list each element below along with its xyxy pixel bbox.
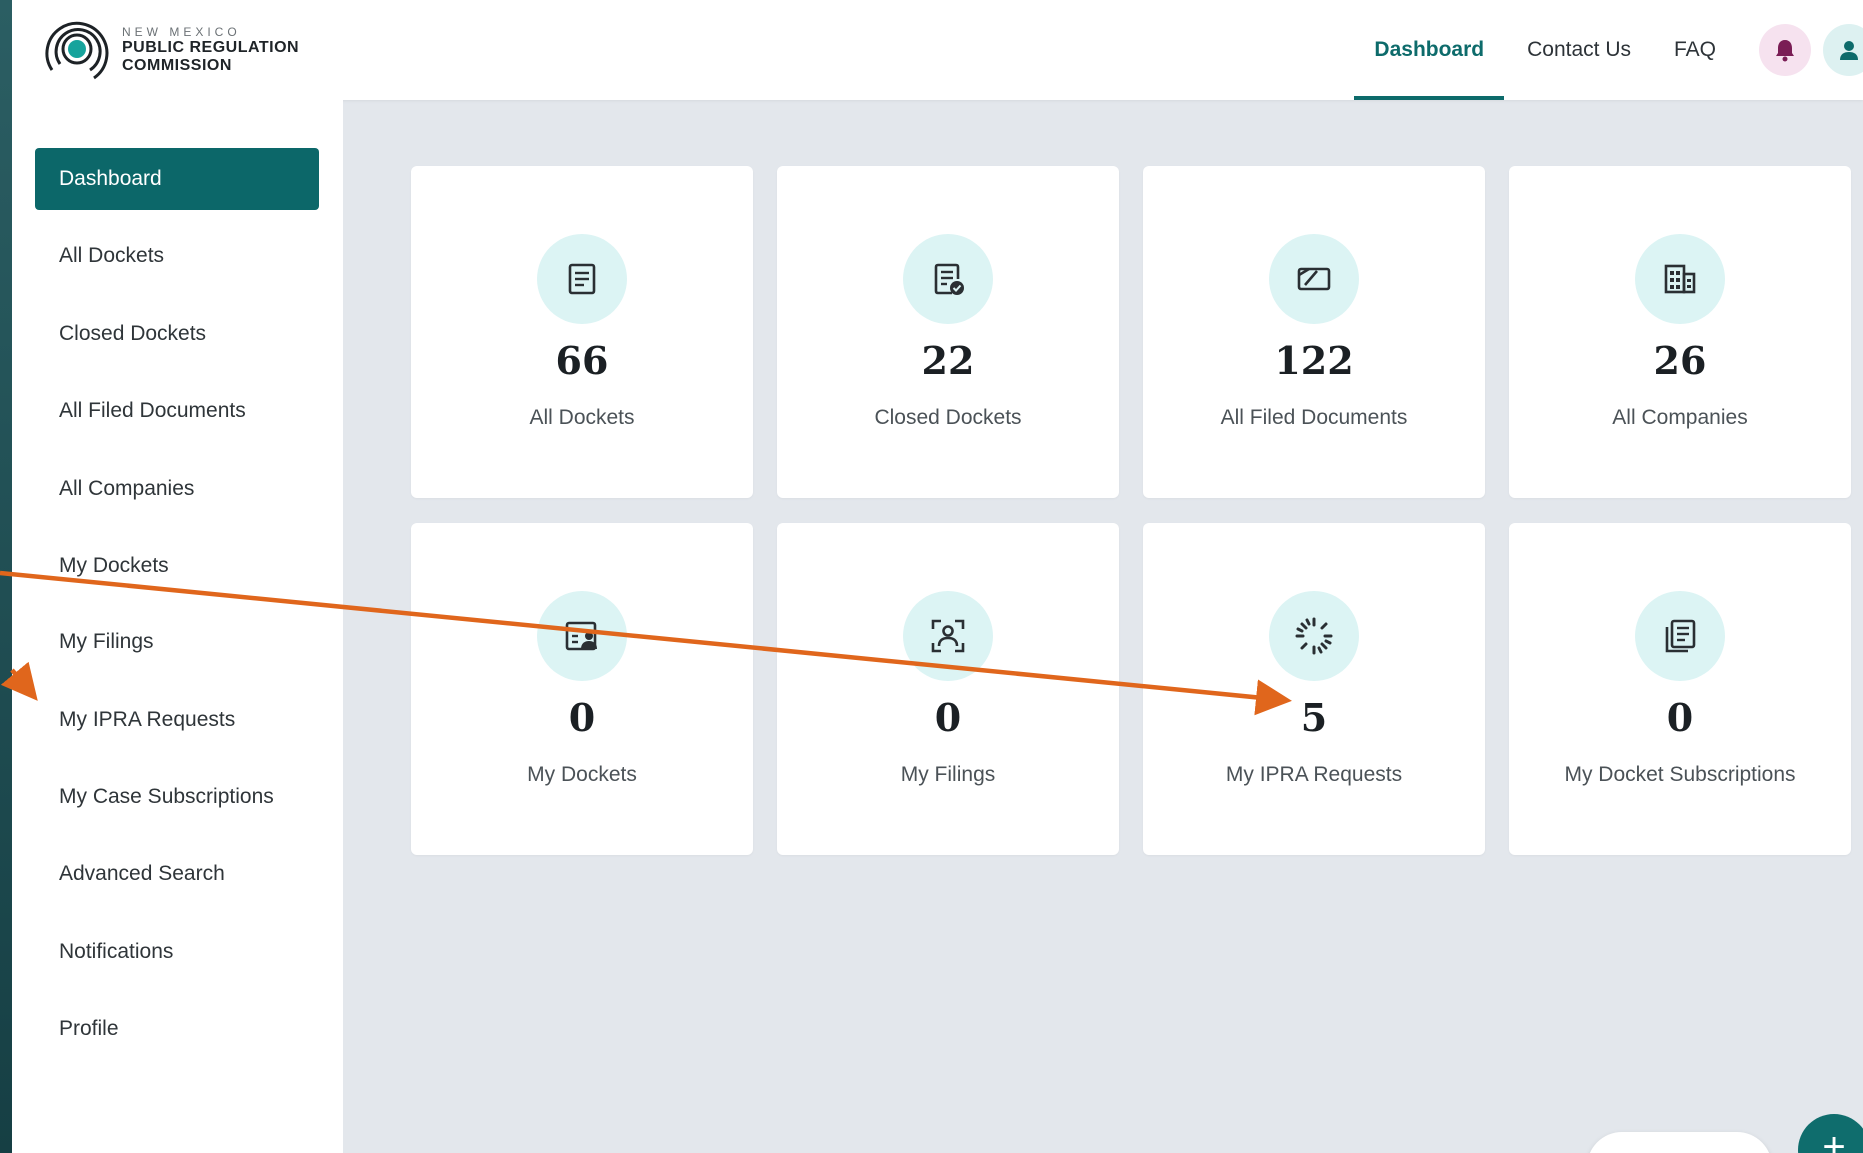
card-my-filings[interactable]: 0 My Filings	[777, 523, 1119, 855]
card-count: 0	[934, 695, 962, 740]
sidebar-item-closed-dockets[interactable]: Closed Dockets	[35, 303, 319, 365]
card-label: All Companies	[1612, 406, 1748, 429]
card-icon-circle	[903, 234, 993, 324]
card-count: 26	[1653, 338, 1707, 383]
card-count: 22	[921, 338, 975, 383]
logo-line1: PUBLIC REGULATION	[122, 39, 300, 56]
document-check-icon	[934, 263, 964, 295]
sidebar-item-notifications[interactable]: Notifications	[35, 921, 319, 983]
card-count: 66	[555, 338, 609, 383]
commission-logo-icon	[45, 21, 109, 80]
card-label: My Filings	[900, 763, 996, 786]
document-list-icon	[568, 263, 596, 295]
card-label: My Dockets	[527, 763, 637, 786]
card-label: All Filed Documents	[1220, 406, 1408, 429]
user-menu-button[interactable]	[1823, 24, 1863, 76]
logo[interactable]: NEW MEXICO PUBLIC REGULATION COMMISSION	[42, 14, 299, 86]
user-document-icon	[565, 621, 597, 651]
stacked-documents-icon	[1665, 619, 1696, 653]
slide-frame	[0, 0, 12, 1153]
logo-line2: COMMISSION	[122, 56, 232, 74]
card-icon-circle	[537, 591, 627, 681]
card-my-dockets[interactable]: 0 My Dockets	[411, 523, 753, 855]
card-all-companies[interactable]: 26 All Companies	[1509, 166, 1851, 498]
sidebar-item-my-case-subscriptions[interactable]: My Case Subscriptions	[35, 766, 319, 828]
top-header: NEW MEXICO PUBLIC REGULATION COMMISSION …	[12, 0, 1863, 100]
card-icon-circle	[1635, 234, 1725, 324]
submit-new-button[interactable]: Submit New	[1587, 1132, 1772, 1153]
sidebar-item-my-filings[interactable]: My Filings	[35, 611, 319, 673]
sidebar-item-profile[interactable]: Profile	[35, 998, 319, 1060]
logo-text: NEW MEXICO PUBLIC REGULATION COMMISSION	[122, 24, 300, 74]
card-icon-circle	[1269, 591, 1359, 681]
bell-icon	[1776, 40, 1794, 62]
sidebar-item-dashboard[interactable]: Dashboard	[35, 148, 319, 210]
card-count: 0	[568, 695, 596, 740]
sidebar-item-all-dockets[interactable]: All Dockets	[35, 225, 319, 287]
card-my-docket-subscriptions[interactable]: 0 My Docket Subscriptions	[1509, 523, 1851, 855]
card-icon-circle	[537, 234, 627, 324]
sidebar-item-my-dockets[interactable]: My Dockets	[35, 535, 319, 597]
sidebar-item-my-ipra-requests[interactable]: My IPRA Requests	[35, 689, 319, 751]
top-nav: Dashboard Contact Us FAQ	[1354, 0, 1863, 100]
card-label: My Docket Subscriptions	[1564, 763, 1796, 786]
card-all-filed-documents[interactable]: 122 All Filed Documents	[1143, 166, 1485, 498]
loading-spinner-icon	[1295, 617, 1333, 655]
sidebar-item-advanced-search[interactable]: Advanced Search	[35, 843, 319, 905]
card-icon-circle	[903, 591, 993, 681]
card-label: My IPRA Requests	[1225, 763, 1403, 786]
card-my-ipra-requests[interactable]: 5 My IPRA Requests	[1143, 523, 1485, 855]
card-label: All Dockets	[529, 406, 635, 429]
app-window: NEW MEXICO PUBLIC REGULATION COMMISSION …	[12, 0, 1863, 1153]
filed-document-icon	[1297, 267, 1331, 291]
card-count: 122	[1274, 338, 1354, 383]
card-count: 5	[1300, 695, 1328, 740]
card-closed-dockets[interactable]: 22 Closed Dockets	[777, 166, 1119, 498]
card-label: Closed Dockets	[874, 406, 1022, 429]
card-all-dockets[interactable]: 66 All Dockets	[411, 166, 753, 498]
card-icon-circle	[1269, 234, 1359, 324]
logo-state: NEW MEXICO	[122, 24, 241, 39]
user-icon	[1840, 41, 1858, 60]
sidebar-item-all-filed-documents[interactable]: All Filed Documents	[35, 380, 319, 442]
nav-contact-us[interactable]: Contact Us	[1527, 0, 1631, 100]
card-icon-circle	[1635, 591, 1725, 681]
nav-faq[interactable]: FAQ	[1674, 0, 1716, 100]
add-fab-button[interactable]: +	[1798, 1114, 1863, 1153]
sidebar-item-all-companies[interactable]: All Companies	[35, 458, 319, 520]
nav-dashboard[interactable]: Dashboard	[1354, 0, 1504, 100]
building-icon	[1664, 264, 1696, 294]
card-count: 0	[1666, 695, 1694, 740]
notifications-button[interactable]	[1759, 24, 1811, 76]
face-scan-icon	[931, 619, 965, 653]
sidebar: Dashboard All Dockets Closed Dockets All…	[12, 100, 343, 1153]
